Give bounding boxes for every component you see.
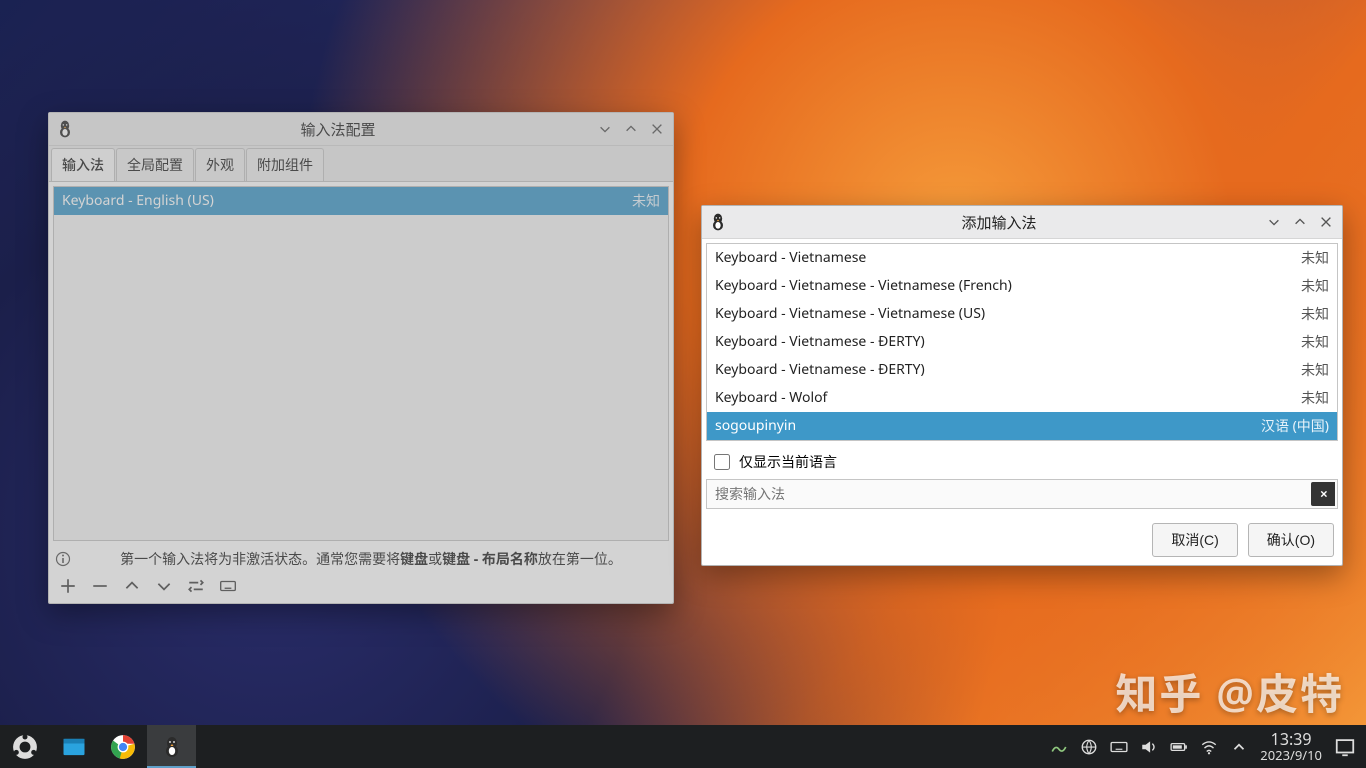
hint-bar: 第一个输入法将为非激活状态。通常您需要将键盘或键盘 - 布局名称放在第一位。 bbox=[49, 545, 673, 571]
tab-3[interactable]: 附加组件 bbox=[246, 148, 324, 181]
search-input[interactable] bbox=[707, 480, 1309, 508]
item-status: 汉语 (中国) bbox=[1261, 416, 1329, 436]
item-status: 未知 bbox=[1301, 388, 1329, 408]
add-window-titlebar[interactable]: 添加输入法 bbox=[702, 206, 1342, 239]
item-name: sogoupinyin bbox=[715, 416, 796, 436]
dialog-buttons: 取消(C) 确认(O) bbox=[702, 515, 1342, 565]
penguin-icon bbox=[55, 119, 75, 139]
cancel-button[interactable]: 取消(C) bbox=[1152, 523, 1237, 557]
only-current-language-row[interactable]: 仅显示当前语言 bbox=[702, 445, 1342, 479]
clock-date: 2023/9/10 bbox=[1260, 748, 1322, 762]
tray-expand-icon[interactable] bbox=[1230, 738, 1248, 756]
hint-text: 第一个输入法将为非激活状态。通常您需要将键盘或键盘 - 布局名称放在第一位。 bbox=[75, 549, 667, 569]
item-name: Keyboard - Vietnamese - Vietnamese (Fren… bbox=[715, 276, 1012, 296]
item-name: Keyboard - Vietnamese bbox=[715, 248, 866, 268]
item-name: Keyboard - Vietnamese - Vietnamese (US) bbox=[715, 304, 985, 324]
config-toolbar bbox=[49, 571, 673, 603]
only-current-language-checkbox[interactable] bbox=[714, 454, 730, 470]
taskbar-launchers bbox=[0, 725, 196, 768]
tray-battery-icon[interactable] bbox=[1170, 738, 1188, 756]
tray-misc-icon[interactable] bbox=[1050, 738, 1068, 756]
config-window-titlebar[interactable]: 输入法配置 bbox=[49, 113, 673, 146]
tray-wifi-icon[interactable] bbox=[1200, 738, 1218, 756]
item-status: 未知 bbox=[1301, 276, 1329, 296]
item-name: Keyboard - Vietnamese - ĐERTY) bbox=[715, 332, 925, 352]
list-item[interactable]: Keyboard - Vietnamese - Vietnamese (Fren… bbox=[707, 272, 1337, 300]
list-item[interactable]: Keyboard - Vietnamese - ĐERTY) 未知 bbox=[707, 356, 1337, 384]
item-status: 未知 bbox=[1301, 304, 1329, 324]
tray-globe-icon[interactable] bbox=[1080, 738, 1098, 756]
fcitx-config-taskbar-button[interactable] bbox=[147, 725, 196, 768]
add-window-title: 添加输入法 bbox=[734, 212, 1264, 233]
config-window-title: 输入法配置 bbox=[81, 119, 595, 140]
maximize-button[interactable] bbox=[1290, 212, 1310, 232]
tab-2[interactable]: 外观 bbox=[195, 148, 245, 181]
item-name: Keyboard - English (US) bbox=[62, 191, 214, 211]
ok-button[interactable]: 确认(O) bbox=[1248, 523, 1334, 557]
add-button[interactable] bbox=[59, 577, 77, 595]
item-name: Keyboard - Vietnamese - ĐERTY) bbox=[715, 360, 925, 380]
penguin-icon bbox=[708, 212, 728, 232]
chrome-button[interactable] bbox=[98, 725, 147, 768]
clear-search-button[interactable] bbox=[1311, 482, 1335, 506]
item-status: 未知 bbox=[1301, 332, 1329, 352]
item-status: 未知 bbox=[1301, 360, 1329, 380]
minimize-button[interactable] bbox=[1264, 212, 1284, 232]
maximize-button[interactable] bbox=[621, 119, 641, 139]
file-manager-button[interactable] bbox=[49, 725, 98, 768]
tab-1[interactable]: 全局配置 bbox=[116, 148, 194, 181]
item-name: Keyboard - Wolof bbox=[715, 388, 827, 408]
tray-volume-icon[interactable] bbox=[1140, 738, 1158, 756]
move-up-button[interactable] bbox=[123, 577, 141, 595]
watermark-text: 知乎 @皮特 bbox=[1115, 661, 1344, 722]
remove-button[interactable] bbox=[91, 577, 109, 595]
input-method-list[interactable]: Keyboard - English (US) 未知 bbox=[53, 186, 669, 541]
search-row bbox=[706, 479, 1338, 509]
minimize-button[interactable] bbox=[595, 119, 615, 139]
add-input-method-dialog: 添加输入法 Keyboard - Vietnamese未知Keyboard - … bbox=[701, 205, 1343, 566]
item-status: 未知 bbox=[1301, 248, 1329, 268]
taskbar: 13:39 2023/9/10 bbox=[0, 725, 1366, 768]
only-current-language-label[interactable]: 仅显示当前语言 bbox=[739, 452, 837, 472]
desktop: 输入法配置 输入法全局配置外观附加组件 Keyboard - English (… bbox=[0, 0, 1366, 768]
list-item[interactable]: Keyboard - English (US) 未知 bbox=[54, 187, 668, 215]
system-tray: 13:39 2023/9/10 bbox=[1040, 725, 1366, 768]
taskbar-clock[interactable]: 13:39 2023/9/10 bbox=[1260, 731, 1322, 763]
move-down-button[interactable] bbox=[155, 577, 173, 595]
show-desktop-button[interactable] bbox=[1334, 736, 1356, 758]
item-status: 未知 bbox=[632, 191, 660, 211]
info-icon bbox=[55, 551, 71, 567]
list-item[interactable]: sogoupinyin 汉语 (中国) bbox=[707, 412, 1337, 440]
configure-button[interactable] bbox=[187, 577, 205, 595]
tab-0[interactable]: 输入法 bbox=[51, 148, 115, 181]
list-item[interactable]: Keyboard - Vietnamese - ĐERTY) 未知 bbox=[707, 328, 1337, 356]
config-tabs: 输入法全局配置外观附加组件 bbox=[49, 146, 673, 182]
keyboard-button[interactable] bbox=[219, 577, 237, 595]
list-item[interactable]: Keyboard - Vietnamese 未知 bbox=[707, 244, 1337, 272]
app-launcher-button[interactable] bbox=[0, 725, 49, 768]
close-button[interactable] bbox=[647, 119, 667, 139]
input-method-config-window: 输入法配置 输入法全局配置外观附加组件 Keyboard - English (… bbox=[48, 112, 674, 604]
available-input-methods-list[interactable]: Keyboard - Vietnamese未知Keyboard - Vietna… bbox=[706, 243, 1338, 441]
list-item[interactable]: Keyboard - Vietnamese - Vietnamese (US) 未… bbox=[707, 300, 1337, 328]
close-button[interactable] bbox=[1316, 212, 1336, 232]
tray-keyboard-icon[interactable] bbox=[1110, 738, 1128, 756]
list-item[interactable]: Keyboard - Wolof 未知 bbox=[707, 384, 1337, 412]
